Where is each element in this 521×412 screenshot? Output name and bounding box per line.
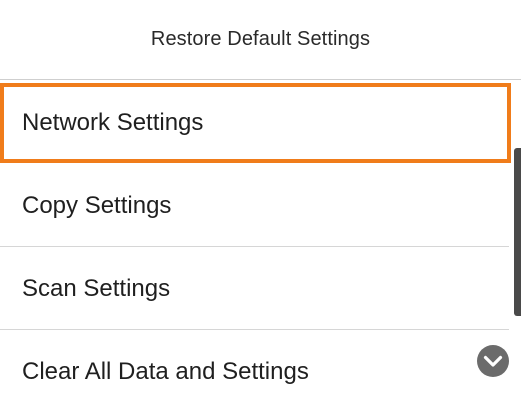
- menu-item-label: Network Settings: [22, 109, 204, 136]
- scrollbar[interactable]: [514, 148, 521, 316]
- menu-item-label: Scan Settings: [22, 275, 171, 302]
- chevron-down-circle-icon[interactable]: [476, 344, 510, 378]
- printer-control-panel: Restore Default Settings Network Setting…: [0, 0, 521, 393]
- menu-item-label: Clear All Data and Settings: [22, 358, 309, 385]
- menu-item-label: Copy Settings: [22, 192, 172, 219]
- menu-item-clear-all-data[interactable]: Clear All Data and Settings: [0, 332, 509, 412]
- menu-item-copy-settings[interactable]: Copy Settings: [0, 166, 509, 247]
- menu-item-network-settings[interactable]: Network Settings: [0, 83, 511, 163]
- page-title: Restore Default Settings: [150, 28, 371, 50]
- menu-item-scan-settings[interactable]: Scan Settings: [0, 249, 509, 330]
- header-bar: Restore Default Settings: [0, 0, 521, 80]
